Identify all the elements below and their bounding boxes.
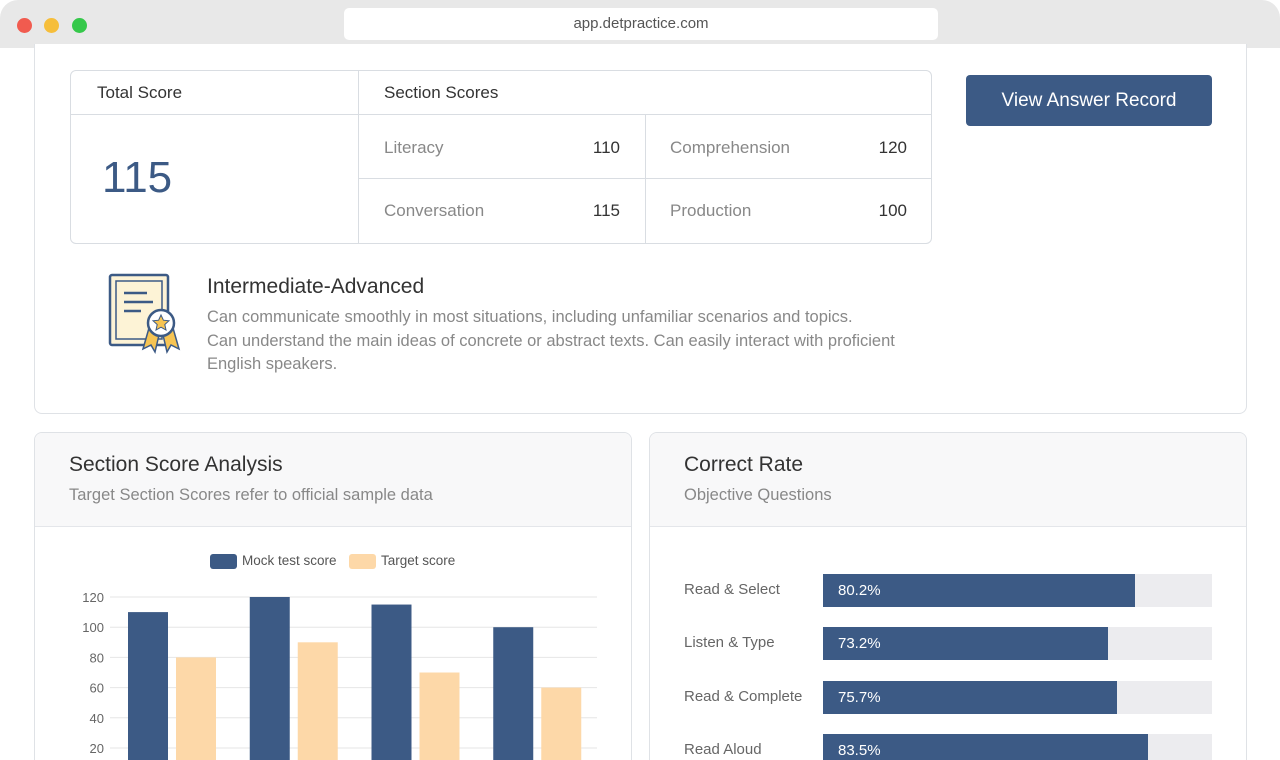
section-value-conversation: 115 [592, 201, 620, 220]
section-value-production: 100 [878, 201, 907, 220]
certificate-icon [108, 273, 181, 355]
rate-label: Read & Complete [684, 688, 803, 705]
section-score-bar-chart: 20 40 60 80 100 120 [82, 590, 597, 760]
bar-mock-literacy[interactable] [128, 612, 168, 760]
y-tick-label: 100 [82, 620, 104, 635]
section-scores-header: Section Scores [384, 83, 499, 102]
level-description: Can communicate smoothly in most situati… [207, 306, 947, 377]
maximize-window-button[interactable] [72, 18, 87, 33]
table-divider [645, 115, 646, 243]
rate-bar-fill: 73.2% [823, 627, 1108, 660]
rate-value: 73.2% [838, 635, 881, 652]
correct-rate-card: Correct Rate Objective Questions Read & … [649, 432, 1247, 760]
rate-bar-fill: 75.7% [823, 681, 1118, 714]
bar-mock-production[interactable] [493, 627, 534, 760]
total-score-header: Total Score [97, 83, 183, 102]
rate-bar-track: 73.2% [823, 627, 1212, 660]
bar-target-comprehension[interactable] [297, 642, 338, 760]
table-divider [358, 178, 931, 179]
card-title: Correct Rate [684, 453, 804, 476]
card-header: Correct Rate Objective Questions [650, 433, 1246, 527]
rate-bar-track: 75.7% [823, 681, 1212, 714]
rate-bar-track: 80.2% [823, 574, 1212, 607]
level-description-line: Can communicate smoothly in most situati… [207, 308, 853, 326]
close-window-button[interactable] [17, 18, 32, 33]
section-value-literacy: 110 [592, 138, 620, 157]
score-table: Total Score Section Scores 115 Literacy … [70, 70, 932, 244]
bar-mock-comprehension[interactable] [249, 597, 290, 760]
view-answer-record-button[interactable]: View Answer Record [966, 75, 1212, 126]
table-divider [358, 71, 359, 243]
rate-bar-track: 83.5% [823, 734, 1212, 760]
section-label-comprehension: Comprehension [670, 138, 791, 157]
y-tick-label: 20 [90, 741, 104, 756]
section-label-literacy: Literacy [384, 138, 444, 157]
score-table-header: Total Score Section Scores [71, 71, 931, 115]
y-tick-label: 80 [90, 650, 104, 665]
rate-value: 83.5% [838, 742, 881, 759]
minimize-window-button[interactable] [44, 18, 59, 33]
bar-target-conversation[interactable] [419, 672, 460, 760]
y-tick-label: 120 [82, 590, 104, 605]
section-label-production: Production [670, 201, 752, 220]
card-subtitle: Objective Questions [684, 486, 832, 504]
bar-target-literacy[interactable] [176, 657, 216, 760]
section-label-conversation: Conversation [384, 201, 485, 220]
section-value-comprehension: 120 [878, 138, 907, 157]
rate-bar-fill: 83.5% [823, 734, 1148, 760]
address-bar[interactable]: app.detpractice.com [344, 8, 938, 40]
browser-chrome: app.detpractice.com [0, 0, 1280, 48]
rate-label: Listen & Type [684, 634, 775, 651]
total-score-value: 115 [102, 153, 173, 202]
rate-bar-fill: 80.2% [823, 574, 1135, 607]
rate-label: Read & Select [684, 581, 780, 598]
section-score-analysis-card: Section Score Analysis Target Section Sc… [34, 432, 632, 760]
level-description-line: Can understand the main ideas of concret… [207, 331, 895, 374]
y-tick-label: 60 [90, 681, 104, 696]
page-content: Total Score Section Scores 115 Literacy … [0, 44, 1280, 760]
rate-value: 80.2% [838, 582, 881, 599]
rate-label: Read Aloud [684, 741, 762, 758]
bar-target-production[interactable] [541, 687, 582, 760]
y-tick-label: 40 [90, 711, 104, 726]
level-title: Intermediate-Advanced [207, 275, 425, 298]
bar-mock-conversation[interactable] [371, 604, 412, 760]
rate-value: 75.7% [838, 689, 881, 706]
